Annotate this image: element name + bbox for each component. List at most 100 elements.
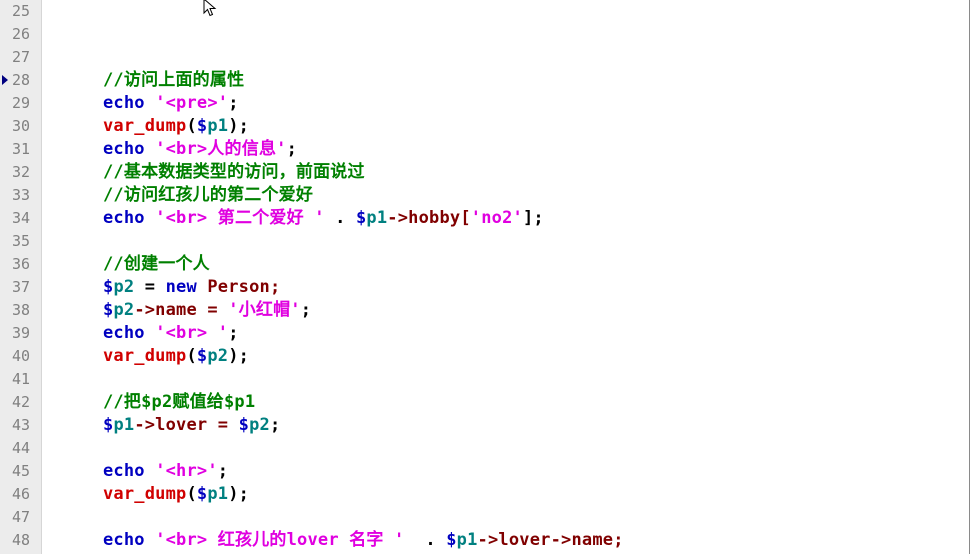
- code-line[interactable]: 42 //把$p2赋值给$p1: [0, 391, 968, 414]
- code-token-default: ->name =: [134, 300, 229, 320]
- line-number: 25: [12, 2, 31, 20]
- code-token-dollar: $: [196, 116, 208, 136]
- code-token-operator: (: [186, 484, 197, 504]
- code-token-string: '<br> ': [155, 323, 229, 343]
- code-token-variable: p1: [207, 116, 229, 136]
- code-token-string: '<hr>': [155, 461, 218, 481]
- line-number: 29: [12, 94, 31, 112]
- line-number: 34: [12, 209, 31, 227]
- line-number: 33: [12, 186, 31, 204]
- line-number: 35: [12, 232, 31, 250]
- code-token-dollar: $: [196, 484, 208, 504]
- code-token-string: '<pre>': [155, 93, 229, 113]
- code-text: $p1->lover = $p2;: [103, 414, 280, 437]
- code-line[interactable]: 40 var_dump($p2);: [0, 345, 968, 368]
- code-token-operator: ];: [522, 208, 544, 228]
- code-token-string: '小红帽': [228, 300, 301, 320]
- code-text: echo '<hr>';: [103, 460, 228, 483]
- code-line[interactable]: 26: [0, 23, 968, 46]
- code-token-dollar: $: [238, 415, 250, 435]
- code-token-operator: [145, 461, 155, 481]
- code-token-operator: (: [186, 346, 197, 366]
- code-text: //把$p2赋值给$p1: [103, 391, 255, 414]
- code-token-comment: //创建一个人: [103, 254, 210, 274]
- code-token-operator: [145, 208, 155, 228]
- code-token-default: ->hobby[: [387, 208, 471, 228]
- code-text: echo '<br> 红孩儿的lover 名字 ' . $p1->lover->…: [103, 529, 624, 552]
- code-token-operator: .: [324, 208, 356, 228]
- code-line[interactable]: 28 //访问上面的属性: [0, 69, 968, 92]
- line-number: 46: [12, 485, 31, 503]
- line-number: 30: [12, 117, 31, 135]
- code-token-keyword: echo: [103, 530, 145, 550]
- code-token-builtin: var_dump: [103, 484, 187, 504]
- code-token-dollar: $: [446, 530, 457, 550]
- line-number: 26: [12, 25, 31, 43]
- code-line[interactable]: 37 $p2 = new Person;: [0, 276, 968, 299]
- code-token-keyword: echo: [103, 208, 145, 228]
- code-token-variable: p1: [113, 415, 135, 435]
- code-line[interactable]: 35: [0, 230, 968, 253]
- code-token-operator: );: [228, 484, 250, 504]
- code-token-operator: [145, 530, 155, 550]
- code-text: $p2 = new Person;: [103, 276, 280, 299]
- code-line[interactable]: 45 echo '<hr>';: [0, 460, 968, 483]
- code-token-operator: ;: [286, 139, 298, 159]
- code-token-operator: [145, 323, 155, 343]
- code-token-string: '<br> 红孩儿的lover 名字 ': [155, 530, 405, 550]
- code-token-operator: (: [186, 116, 197, 136]
- code-text: echo '<br> ';: [103, 322, 239, 345]
- line-number: 40: [12, 347, 31, 365]
- code-line[interactable]: 39 echo '<br> ';: [0, 322, 968, 345]
- code-token-variable: p2: [113, 300, 135, 320]
- mouse-pointer-icon: [203, 0, 217, 17]
- line-number: 48: [12, 531, 31, 549]
- line-number: 45: [12, 462, 31, 480]
- code-text: //访问上面的属性: [103, 69, 244, 92]
- code-editor[interactable]: 25 26 27 28 //访问上面的属性 29 echo '<pre>'; 30 var_du…: [0, 0, 970, 554]
- code-token-builtin: var_dump: [103, 116, 187, 136]
- code-text: //创建一个人: [103, 253, 210, 276]
- code-token-default: ->lover->name;: [477, 530, 624, 550]
- code-text: echo '<br> 第二个爱好 ' . $p1->hobby['no2'];: [103, 207, 544, 230]
- code-token-comment: //访问红孩儿的第二个爱好: [103, 185, 314, 205]
- line-number: 31: [12, 140, 31, 158]
- line-number: 27: [12, 48, 31, 66]
- code-token-operator: ;: [228, 323, 239, 343]
- code-token-default: ->lover =: [134, 415, 239, 435]
- code-line[interactable]: 41: [0, 368, 968, 391]
- line-number: 37: [12, 278, 31, 296]
- code-line[interactable]: 32 //基本数据类型的访问，前面说过: [0, 161, 968, 184]
- code-line[interactable]: 27: [0, 46, 968, 69]
- code-token-string: '<br> 第二个爱好 ': [155, 208, 325, 228]
- code-token-string: '<br>人的信息': [155, 139, 287, 159]
- code-token-dollar: $: [103, 277, 114, 297]
- code-token-keyword: new: [165, 277, 197, 297]
- code-token-keyword: echo: [103, 139, 145, 159]
- line-number: 28: [12, 71, 31, 89]
- code-line[interactable]: 48 echo '<br> 红孩儿的lover 名字 ' . $p1->lover…: [0, 529, 968, 552]
- code-line[interactable]: 30 var_dump($p1);: [0, 115, 968, 138]
- code-text: $p2->name = '小红帽';: [103, 299, 311, 322]
- code-token-operator: );: [228, 346, 250, 366]
- code-line[interactable]: 25: [0, 0, 968, 23]
- code-line[interactable]: 31 echo '<br>人的信息';: [0, 138, 968, 161]
- code-line[interactable]: 47: [0, 506, 968, 529]
- code-line[interactable]: 38 $p2->name = '小红帽';: [0, 299, 968, 322]
- code-line[interactable]: 36 //创建一个人: [0, 253, 968, 276]
- line-number: 47: [12, 508, 31, 526]
- code-lines[interactable]: 25 26 27 28 //访问上面的属性 29 echo '<pre>'; 30 var_du…: [0, 0, 968, 552]
- code-line[interactable]: 29 echo '<pre>';: [0, 92, 968, 115]
- code-line[interactable]: 44: [0, 437, 968, 460]
- code-line[interactable]: 34 echo '<br> 第二个爱好 ' . $p1->hobby['no2']…: [0, 207, 968, 230]
- line-number: 38: [12, 301, 31, 319]
- code-line[interactable]: 46 var_dump($p1);: [0, 483, 968, 506]
- code-text: //基本数据类型的访问，前面说过: [103, 161, 365, 184]
- code-token-operator: .: [404, 530, 447, 550]
- line-number: 36: [12, 255, 31, 273]
- code-token-operator: =: [134, 277, 166, 297]
- code-text: var_dump($p1);: [103, 115, 249, 138]
- code-line[interactable]: 43 $p1->lover = $p2;: [0, 414, 968, 437]
- code-line[interactable]: 33 //访问红孩儿的第二个爱好: [0, 184, 968, 207]
- code-token-operator: ;: [228, 93, 239, 113]
